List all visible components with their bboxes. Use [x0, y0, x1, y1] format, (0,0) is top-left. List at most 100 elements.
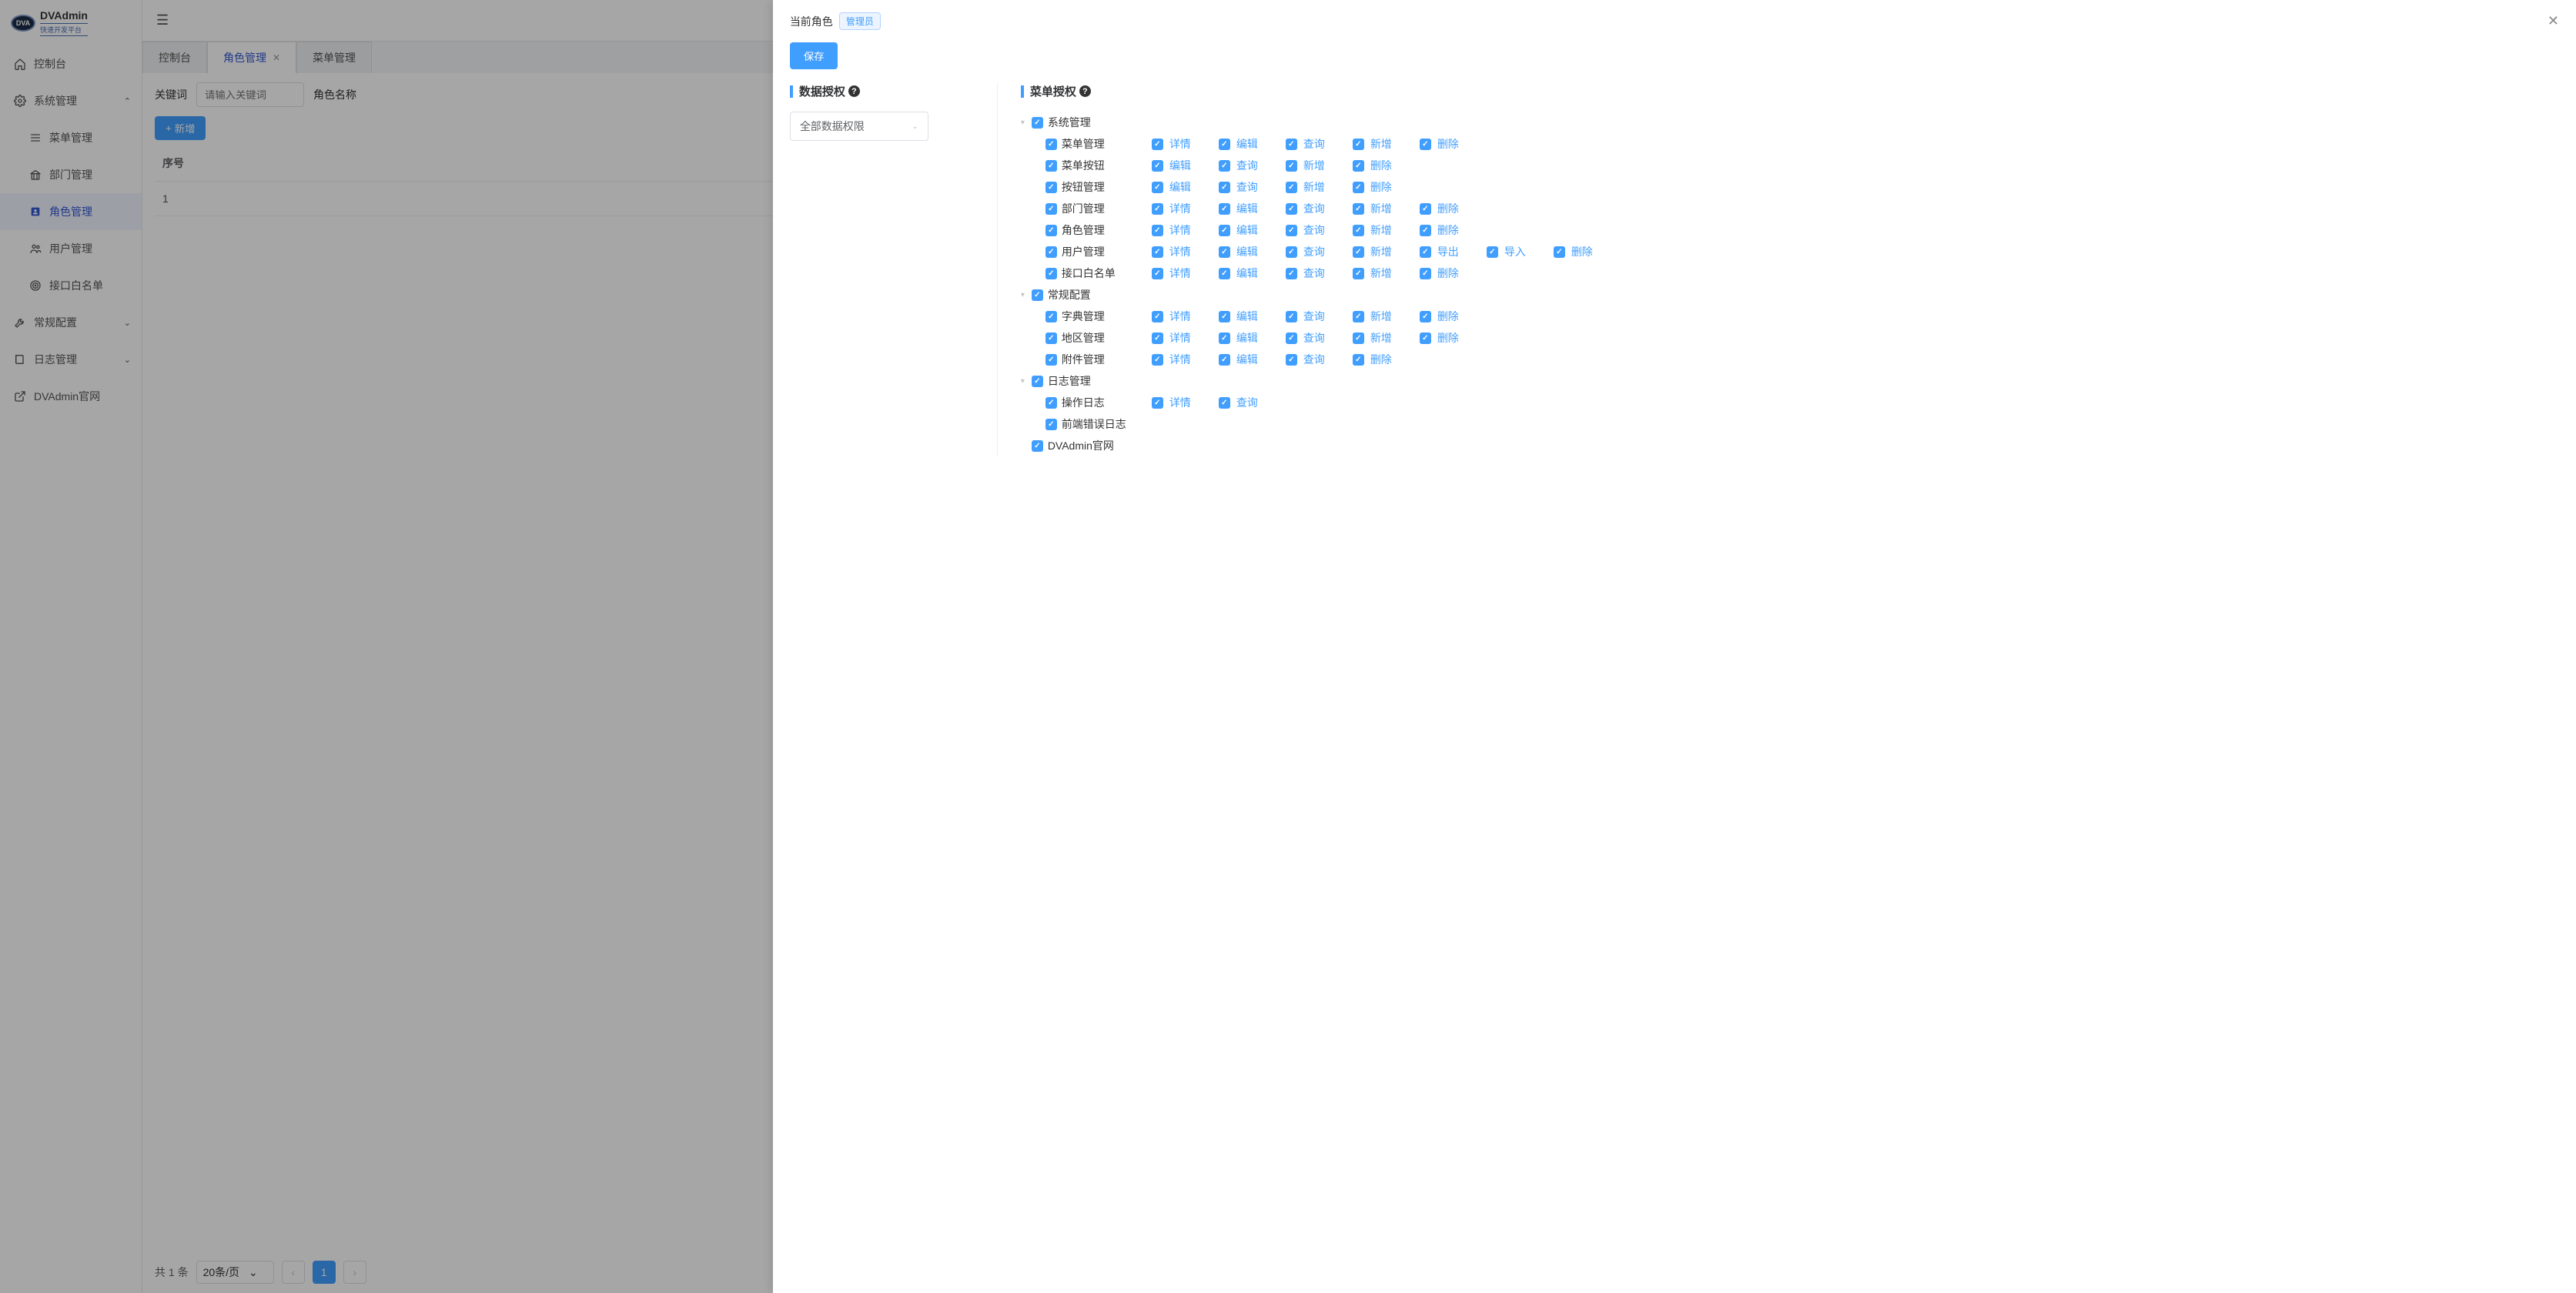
checkbox[interactable] [1219, 332, 1230, 344]
checkbox[interactable] [1152, 311, 1163, 322]
checkbox[interactable] [1286, 182, 1297, 193]
perm-option[interactable]: 新增 [1353, 330, 1392, 346]
checkbox[interactable] [1219, 354, 1230, 366]
checkbox[interactable] [1219, 225, 1230, 236]
checkbox[interactable] [1032, 376, 1043, 387]
checkbox[interactable] [1152, 182, 1163, 193]
perm-option[interactable]: 详情 [1152, 352, 1191, 367]
checkbox[interactable] [1286, 225, 1297, 236]
perm-option[interactable]: 编辑 [1219, 330, 1258, 346]
checkbox[interactable] [1045, 268, 1057, 279]
tree-toggle-icon[interactable]: ▾ [1021, 119, 1030, 127]
perm-option[interactable]: 详情 [1152, 222, 1191, 238]
checkbox[interactable] [1152, 160, 1163, 172]
checkbox[interactable] [1045, 182, 1057, 193]
perm-option[interactable]: 新增 [1353, 136, 1392, 152]
checkbox[interactable] [1353, 311, 1364, 322]
checkbox[interactable] [1286, 354, 1297, 366]
perm-option[interactable]: 新增 [1353, 266, 1392, 281]
perm-option[interactable]: 删除 [1420, 309, 1459, 324]
perm-option[interactable]: 查询 [1286, 352, 1325, 367]
checkbox[interactable] [1420, 225, 1431, 236]
perm-option[interactable]: 删除 [1420, 201, 1459, 216]
checkbox[interactable] [1219, 160, 1230, 172]
checkbox[interactable] [1152, 332, 1163, 344]
checkbox[interactable] [1152, 397, 1163, 409]
perm-option[interactable]: 查询 [1219, 179, 1258, 195]
checkbox[interactable] [1286, 311, 1297, 322]
perm-option[interactable]: 详情 [1152, 201, 1191, 216]
checkbox[interactable] [1487, 246, 1498, 258]
perm-option[interactable]: 删除 [1353, 158, 1392, 173]
perm-option[interactable]: 编辑 [1219, 266, 1258, 281]
checkbox[interactable] [1045, 419, 1057, 430]
checkbox[interactable] [1032, 289, 1043, 301]
checkbox[interactable] [1420, 268, 1431, 279]
tree-toggle-icon[interactable]: ▾ [1021, 291, 1030, 299]
perm-option[interactable]: 查询 [1286, 330, 1325, 346]
perm-option[interactable]: 删除 [1554, 244, 1593, 259]
checkbox[interactable] [1045, 203, 1057, 215]
perm-option[interactable]: 详情 [1152, 266, 1191, 281]
checkbox[interactable] [1353, 332, 1364, 344]
perm-option[interactable]: 查询 [1286, 266, 1325, 281]
checkbox[interactable] [1152, 246, 1163, 258]
checkbox[interactable] [1152, 354, 1163, 366]
checkbox[interactable] [1353, 203, 1364, 215]
perm-option[interactable]: 删除 [1420, 222, 1459, 238]
perm-option[interactable]: 新增 [1286, 158, 1325, 173]
checkbox[interactable] [1420, 311, 1431, 322]
perm-option[interactable]: 详情 [1152, 309, 1191, 324]
perm-option[interactable]: 详情 [1152, 136, 1191, 152]
checkbox[interactable] [1286, 203, 1297, 215]
perm-option[interactable]: 新增 [1353, 244, 1392, 259]
perm-option[interactable]: 删除 [1420, 136, 1459, 152]
checkbox[interactable] [1219, 268, 1230, 279]
checkbox[interactable] [1286, 246, 1297, 258]
checkbox[interactable] [1353, 225, 1364, 236]
checkbox[interactable] [1032, 440, 1043, 452]
perm-option[interactable]: 编辑 [1219, 309, 1258, 324]
checkbox[interactable] [1045, 397, 1057, 409]
checkbox[interactable] [1286, 160, 1297, 172]
checkbox[interactable] [1219, 139, 1230, 150]
checkbox[interactable] [1152, 225, 1163, 236]
checkbox[interactable] [1554, 246, 1565, 258]
close-icon[interactable]: ✕ [2548, 13, 2559, 29]
checkbox[interactable] [1032, 117, 1043, 129]
checkbox[interactable] [1353, 246, 1364, 258]
checkbox[interactable] [1152, 139, 1163, 150]
perm-option[interactable]: 新增 [1353, 201, 1392, 216]
checkbox[interactable] [1045, 246, 1057, 258]
perm-option[interactable]: 编辑 [1219, 352, 1258, 367]
perm-option[interactable]: 查询 [1286, 222, 1325, 238]
data-scope-select[interactable]: 全部数据权限 ⌄ [790, 112, 928, 141]
tree-toggle-icon[interactable]: ▾ [1021, 377, 1030, 386]
checkbox[interactable] [1219, 182, 1230, 193]
checkbox[interactable] [1045, 354, 1057, 366]
checkbox[interactable] [1353, 268, 1364, 279]
checkbox[interactable] [1219, 311, 1230, 322]
perm-option[interactable]: 编辑 [1219, 222, 1258, 238]
perm-option[interactable]: 新增 [1286, 179, 1325, 195]
checkbox[interactable] [1353, 354, 1364, 366]
perm-option[interactable]: 删除 [1353, 179, 1392, 195]
checkbox[interactable] [1045, 332, 1057, 344]
perm-option[interactable]: 详情 [1152, 330, 1191, 346]
help-icon[interactable]: ? [1079, 85, 1091, 97]
checkbox[interactable] [1152, 203, 1163, 215]
checkbox[interactable] [1045, 160, 1057, 172]
checkbox[interactable] [1286, 268, 1297, 279]
save-button[interactable]: 保存 [790, 42, 838, 69]
perm-option[interactable]: 详情 [1152, 395, 1191, 410]
checkbox[interactable] [1420, 332, 1431, 344]
perm-option[interactable]: 编辑 [1152, 158, 1191, 173]
perm-option[interactable]: 查询 [1286, 244, 1325, 259]
perm-option[interactable]: 查询 [1219, 395, 1258, 410]
checkbox[interactable] [1219, 397, 1230, 409]
perm-option[interactable]: 删除 [1353, 352, 1392, 367]
perm-option[interactable]: 导入 [1487, 244, 1526, 259]
perm-option[interactable]: 新增 [1353, 309, 1392, 324]
checkbox[interactable] [1152, 268, 1163, 279]
checkbox[interactable] [1045, 311, 1057, 322]
